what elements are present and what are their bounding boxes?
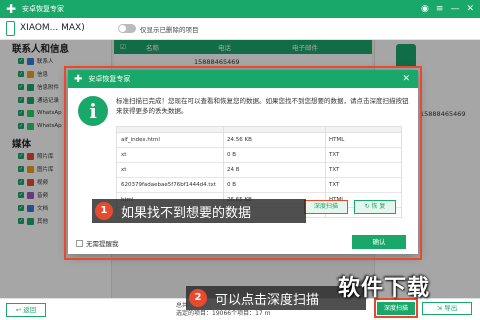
callout-1: 1 如果找不到想要的数据 xyxy=(92,199,306,223)
title-bar: ✚ 安卓恢复专家 ◉ ≡ — ✕ xyxy=(0,0,480,18)
step-number-badge: 1 xyxy=(95,202,113,220)
callout-text: 如果找不到想要的数据 xyxy=(121,205,252,221)
wifi-icon[interactable]: ◉ xyxy=(421,2,429,16)
window-controls: ◉ ≡ — ✕ xyxy=(421,2,474,16)
app-logo-icon: ✚ xyxy=(5,2,17,16)
menu-icon[interactable]: ≡ xyxy=(436,2,444,16)
close-icon[interactable]: ✕ xyxy=(466,2,474,16)
device-row: XIAOM... MAX) 仅显示已删除的项目 xyxy=(0,18,480,40)
app-title: 安卓恢复专家 xyxy=(22,5,64,13)
watermark-text: 软件下载 xyxy=(338,276,431,301)
minimize-icon[interactable]: — xyxy=(450,2,459,16)
phone-icon xyxy=(6,21,15,36)
export-button[interactable]: ⇲ 导出 xyxy=(422,302,472,315)
deleted-only-toggle[interactable] xyxy=(118,24,136,33)
callout-text: 可以点击深度扫描 xyxy=(215,292,320,308)
app-window: ✚ 安卓恢复专家 ◉ ≡ — ✕ XIAOM... MAX) 仅显示已删除的项目… xyxy=(0,0,480,320)
back-button[interactable]: ↩ 返回 xyxy=(6,303,46,317)
dialog-highlight-frame xyxy=(64,66,422,260)
deleted-only-label: 仅显示已删除的项目 xyxy=(140,26,199,34)
device-name[interactable]: XIAOM... MAX) xyxy=(20,23,85,33)
status-selected: 选定的项目：19066个项目：17 m xyxy=(176,310,271,317)
step-number-badge: 2 xyxy=(189,289,207,307)
